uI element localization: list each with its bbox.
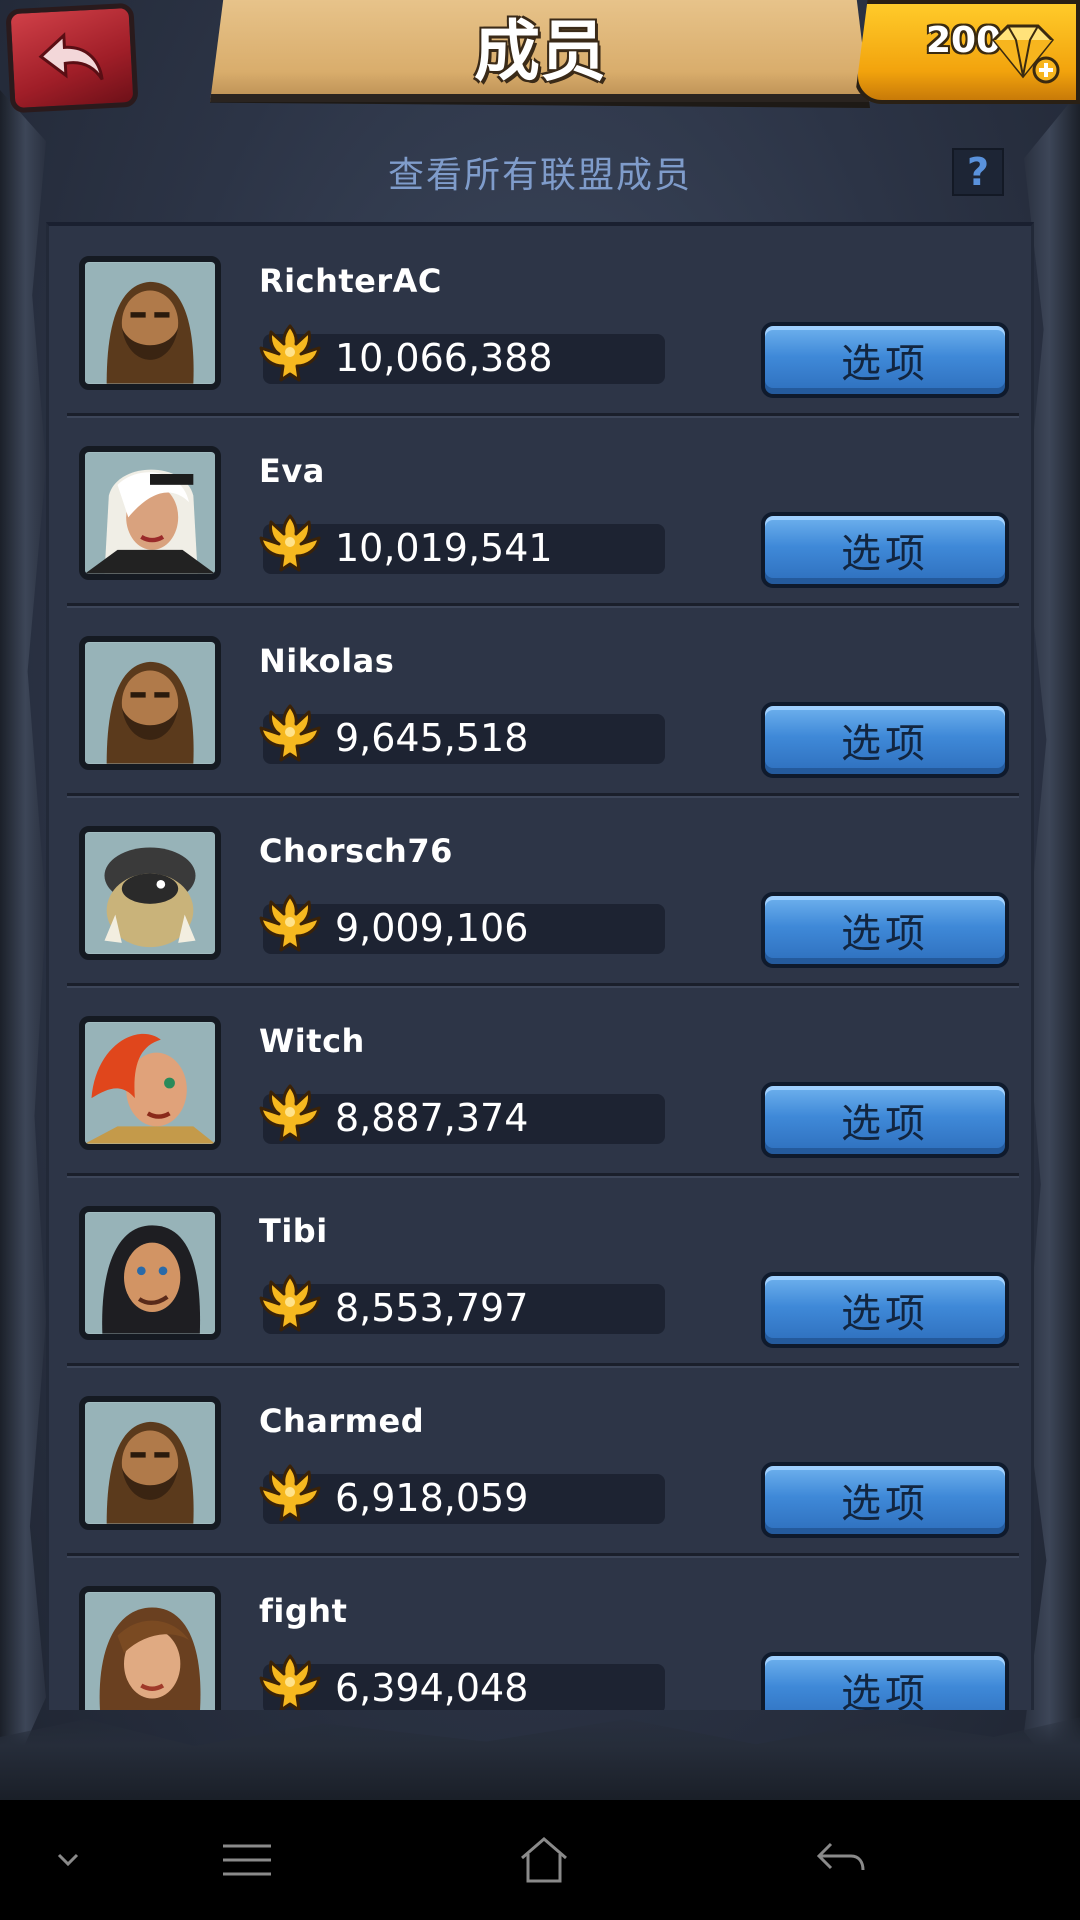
- member-score: 10,019,541: [335, 526, 553, 570]
- system-nav-bar: [0, 1800, 1080, 1920]
- brown-hair-woman-avatar: [85, 1592, 215, 1710]
- options-button[interactable]: 选项: [761, 322, 1009, 398]
- nav-menu[interactable]: [220, 1830, 274, 1890]
- game-screen: 成员 200 查看所有联盟成员 ? RichterAC 10,066,388 选项 E…: [0, 0, 1080, 1800]
- gem-plus-icon: [991, 24, 1060, 84]
- member-row: Eva 10,019,541 选项: [49, 416, 1031, 606]
- member-name: Chorsch76: [259, 832, 453, 870]
- avatar[interactable]: [79, 826, 221, 960]
- member-score: 6,918,059: [335, 1476, 529, 1520]
- rock-frame-bottom: [0, 1717, 1080, 1800]
- options-button[interactable]: 选项: [761, 1462, 1009, 1538]
- member-list[interactable]: RichterAC 10,066,388 选项 Eva 10,019,541 选项 Niko…: [46, 222, 1034, 1710]
- member-name: fight: [259, 1592, 348, 1630]
- white-hair-woman-avatar: [85, 452, 215, 574]
- member-row: RichterAC 10,066,388 选项: [49, 226, 1031, 416]
- options-button[interactable]: 选项: [761, 702, 1009, 778]
- phoenix-trophy-icon: [259, 1084, 321, 1142]
- member-row: Tibi 8,553,797 选项: [49, 1176, 1031, 1366]
- member-name: Witch: [259, 1022, 365, 1060]
- member-score: 8,887,374: [335, 1096, 529, 1140]
- phoenix-trophy-icon: [259, 894, 321, 952]
- member-name: Tibi: [259, 1212, 328, 1250]
- home-icon: [521, 1837, 567, 1883]
- bearded-warrior-avatar: [85, 262, 215, 384]
- member-name: RichterAC: [259, 262, 442, 300]
- phoenix-trophy-icon: [259, 704, 321, 762]
- menu-icon: [223, 1844, 271, 1876]
- avatar[interactable]: [79, 446, 221, 580]
- red-hair-woman-avatar: [85, 1022, 215, 1144]
- member-score: 9,009,106: [335, 906, 529, 950]
- nav-home[interactable]: [516, 1830, 572, 1890]
- avatar[interactable]: [79, 636, 221, 770]
- member-row: Chorsch76 9,009,106 选项: [49, 796, 1031, 986]
- options-button[interactable]: 选项: [761, 892, 1009, 968]
- subtitle: 查看所有联盟成员: [387, 155, 692, 196]
- member-name: Eva: [259, 452, 325, 490]
- member-score: 9,645,518: [335, 716, 529, 760]
- gem-counter[interactable]: 200: [854, 0, 1080, 104]
- member-score: 10,066,388: [335, 336, 553, 380]
- rock-frame-left: [0, 90, 46, 1800]
- options-button[interactable]: 选项: [761, 1652, 1009, 1710]
- back-icon: [816, 1842, 865, 1871]
- phoenix-trophy-icon: [259, 324, 321, 382]
- phoenix-trophy-icon: [259, 514, 321, 572]
- member-score: 8,553,797: [335, 1286, 529, 1330]
- nav-back[interactable]: [814, 1830, 868, 1890]
- armored-beast-avatar: [85, 832, 215, 954]
- phoenix-trophy-icon: [259, 1464, 321, 1522]
- bearded-warrior-avatar: [85, 642, 215, 764]
- member-row: fight 6,394,048 选项: [49, 1556, 1031, 1710]
- phoenix-trophy-icon: [259, 1654, 321, 1710]
- options-button[interactable]: 选项: [761, 512, 1009, 588]
- member-score: 6,394,048: [335, 1666, 529, 1710]
- avatar[interactable]: [79, 256, 221, 390]
- options-button[interactable]: 选项: [761, 1272, 1009, 1348]
- title-banner: 成员: [210, 0, 870, 108]
- member-row: Charmed 6,918,059 选项: [49, 1366, 1031, 1556]
- back-arrow-icon: [38, 32, 104, 81]
- help-button[interactable]: ?: [952, 148, 1004, 196]
- options-button[interactable]: 选项: [761, 1082, 1009, 1158]
- member-row: Nikolas 9,645,518 选项: [49, 606, 1031, 796]
- bearded-warrior-avatar: [85, 1402, 215, 1524]
- member-row: Witch 8,887,374 选项: [49, 986, 1031, 1176]
- phoenix-trophy-icon: [259, 1274, 321, 1332]
- nav-chevron-down[interactable]: [46, 1830, 90, 1890]
- avatar[interactable]: [79, 1206, 221, 1340]
- member-name: Charmed: [259, 1402, 425, 1440]
- avatar[interactable]: [79, 1016, 221, 1150]
- back-button[interactable]: [5, 2, 139, 114]
- avatar[interactable]: [79, 1586, 221, 1710]
- long-hair-man-avatar: [85, 1212, 215, 1334]
- avatar[interactable]: [79, 1396, 221, 1530]
- member-name: Nikolas: [259, 642, 395, 680]
- chevron-down-icon: [57, 1853, 79, 1867]
- page-title: 成员: [474, 13, 606, 90]
